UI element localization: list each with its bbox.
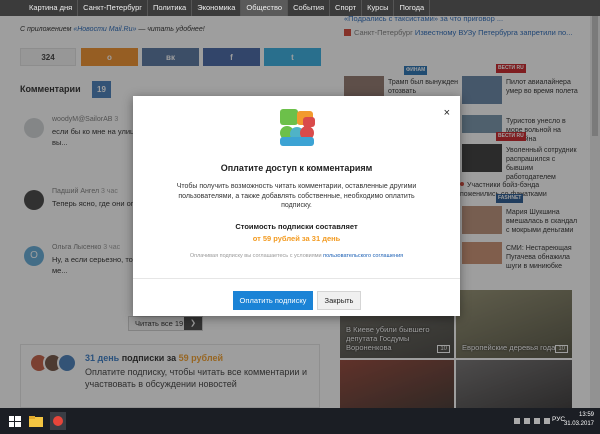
modal-title: Оплатите доступ к комментариям [220, 163, 373, 173]
pay-subscription-button[interactable]: Оплатить подписку [233, 291, 313, 310]
page: Картина дня Санкт-Петербург Политика Эко… [0, 0, 600, 434]
nav-item-society[interactable]: Общество [241, 0, 289, 16]
windows-start-icon[interactable] [8, 412, 22, 430]
price-label: Стоимость подписки составляет [235, 222, 358, 231]
modal-description: Чтобы получить возможность читать коммен… [176, 183, 417, 209]
top-nav: Картина дня Санкт-Петербург Политика Эко… [0, 0, 600, 16]
file-explorer-icon[interactable] [28, 412, 44, 430]
clock-date: 31.03.2017 [563, 421, 594, 427]
paywall-modal: × Оплатите доступ к комментариям Чтобы п… [133, 96, 460, 316]
nav-item-politics[interactable]: Политика [148, 0, 193, 16]
price-value: от 59 рублей за 31 день [252, 234, 341, 243]
taskbar: РУС 13:59 31.03.2017 [0, 408, 600, 434]
browser-icon[interactable] [50, 412, 66, 430]
nav-item-economy[interactable]: Экономика [192, 0, 242, 16]
nav-item-kartina-dnya[interactable]: Картина дня [24, 0, 79, 16]
system-tray-icons[interactable] [512, 412, 552, 430]
close-icon[interactable]: × [444, 108, 450, 119]
nav-item-events[interactable]: События [288, 0, 331, 16]
comments-illustration-icon [280, 109, 315, 146]
terms-link[interactable]: пользовательского соглашения [323, 253, 403, 259]
modal-divider [133, 278, 460, 279]
system-clock[interactable]: 13:59 31.03.2017 [564, 411, 594, 429]
clock-time: 13:59 [578, 412, 594, 418]
nav-item-spb[interactable]: Санкт-Петербург [78, 0, 148, 16]
terms-prefix: Оплачивая подписку вы соглашаетесь с усл… [189, 253, 324, 259]
terms-note: Оплачивая подписку вы соглашаетесь с усл… [133, 253, 460, 259]
close-button[interactable]: Закрыть [317, 291, 361, 310]
